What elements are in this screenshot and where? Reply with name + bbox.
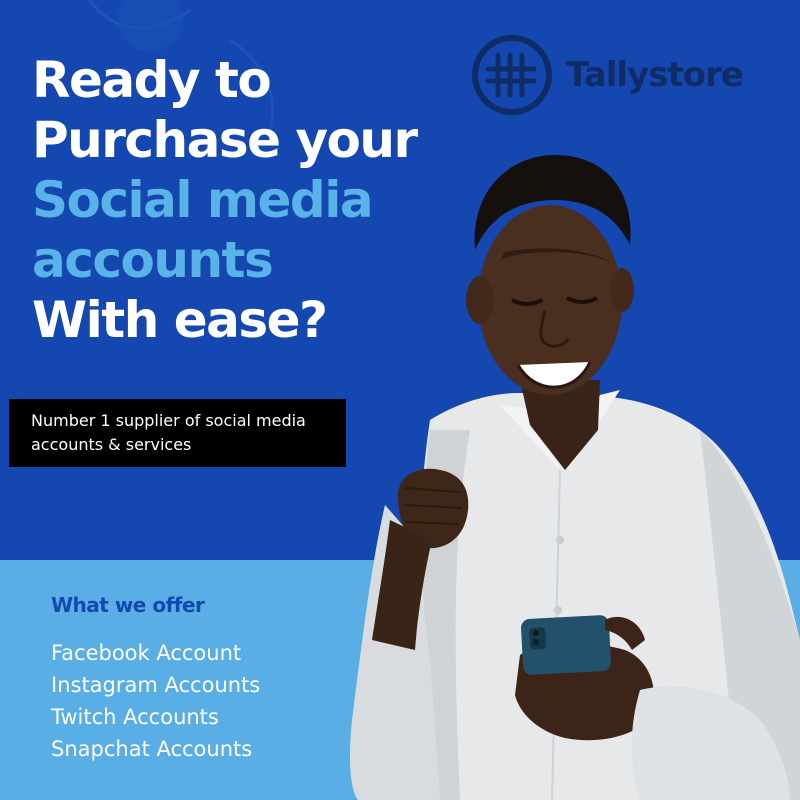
tallystore-logo: Tallystore [470,33,744,117]
tagline-line-2: accounts & services [31,435,192,454]
logo-wordmark: Tallystore [566,55,744,95]
ad-banner: Ready to Purchase your Social media acco… [0,0,800,800]
headline-line-4: accounts [32,231,274,289]
offer-item-instagram: Instagram Accounts [51,673,261,697]
offer-list: Facebook Account Instagram Accounts Twit… [51,637,260,765]
headline: Ready to Purchase your Social media acco… [32,50,418,350]
offer-item-twitch: Twitch Accounts [51,705,219,729]
offer-item-facebook: Facebook Account [51,641,242,665]
headline-line-3: Social media [32,171,374,229]
headline-line-1: Ready to [32,51,272,109]
tagline-box: Number 1 supplier of social media accoun… [9,399,346,467]
offer-title: What we offer [51,593,205,617]
tally-marks-circle-icon [472,35,552,115]
headline-line-2: Purchase your [32,111,418,169]
offer-item-snapchat: Snapchat Accounts [51,737,253,761]
tagline-line-1: Number 1 supplier of social media [31,411,306,430]
headline-line-5: With ease? [32,291,328,349]
